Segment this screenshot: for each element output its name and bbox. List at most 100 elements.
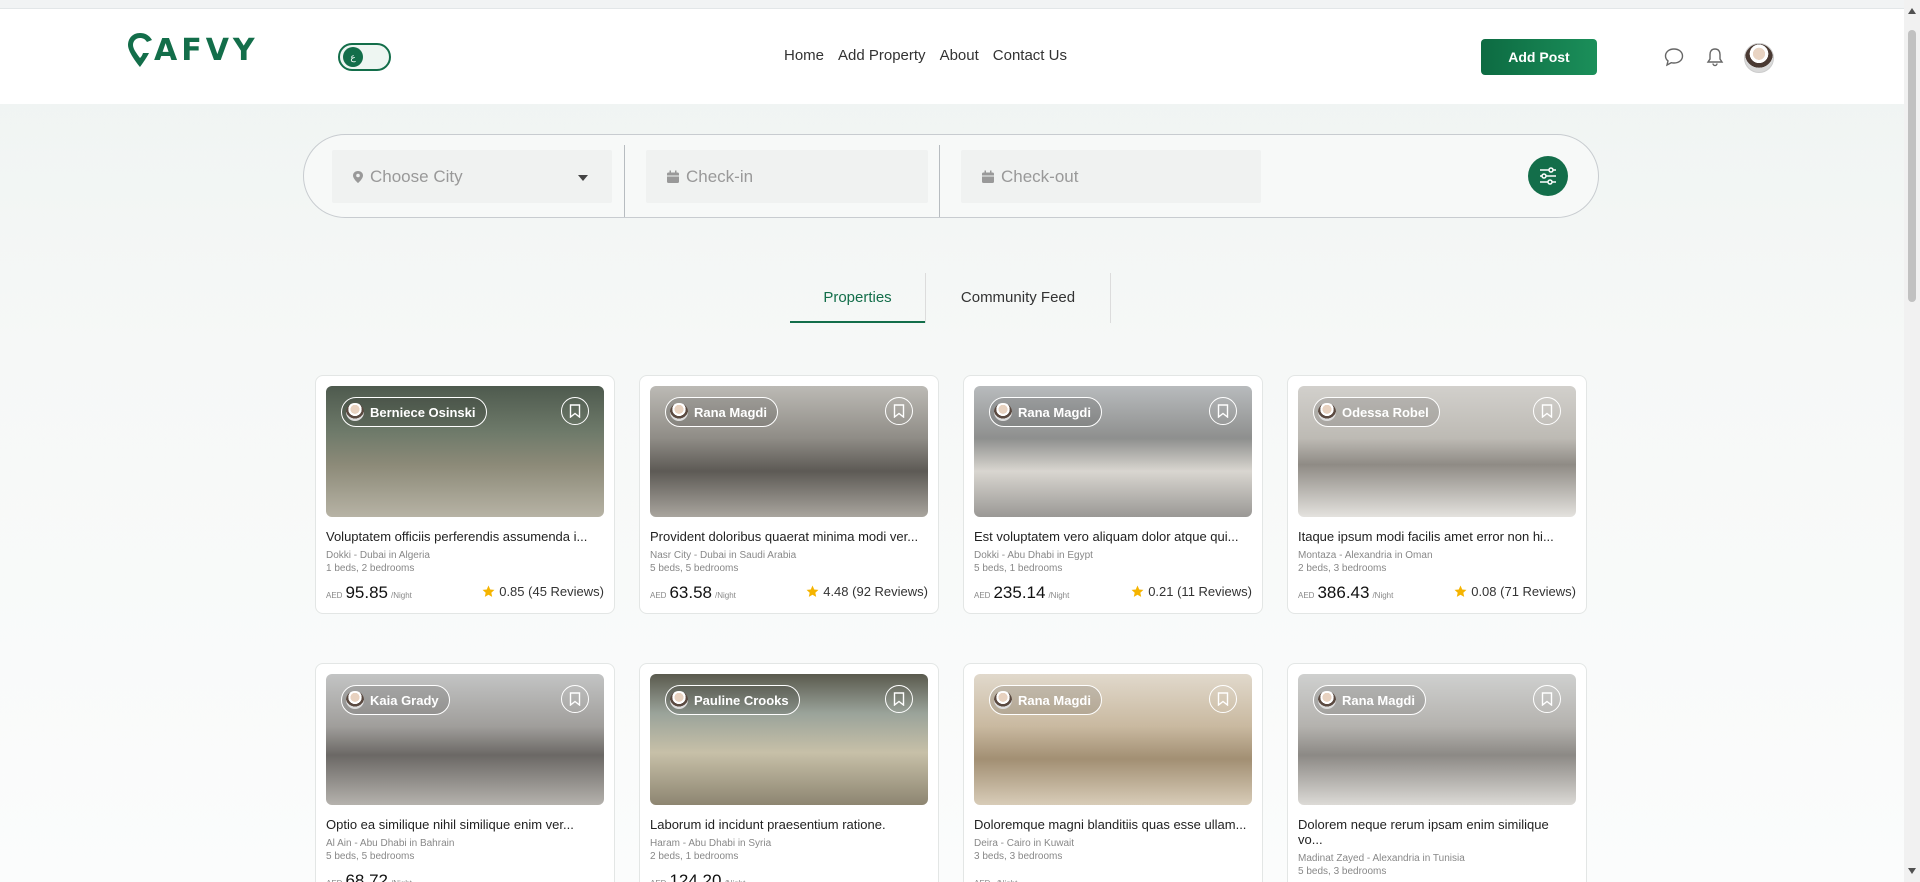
caret-down-icon: [578, 175, 588, 181]
scroll-down-arrow[interactable]: [1908, 868, 1916, 874]
host-chip[interactable]: Rana Magdi: [989, 685, 1102, 715]
property-title[interactable]: Optio ea similique nihil similique enim …: [326, 817, 604, 832]
host-chip[interactable]: Rana Magdi: [1313, 685, 1426, 715]
host-chip[interactable]: Rana Magdi: [665, 397, 778, 427]
checkout-input[interactable]: Check-out: [961, 150, 1261, 203]
property-photo[interactable]: Pauline Crooks: [650, 674, 928, 805]
property-location: Montaza - Alexandria in Oman: [1298, 550, 1433, 561]
host-avatar: [346, 403, 364, 421]
price-value: 235.14: [993, 583, 1046, 602]
filter-button[interactable]: [1528, 156, 1568, 196]
price-period: /Night: [1372, 591, 1394, 600]
bookmark-icon: [1217, 692, 1229, 706]
property-title[interactable]: Est voluptatem vero aliquam dolor atque …: [974, 529, 1252, 544]
property-location: Al Ain - Abu Dhabi in Bahrain: [326, 838, 455, 849]
checkout-placeholder: Check-out: [1001, 166, 1079, 186]
property-title[interactable]: Voluptatem officiis perferendis assumend…: [326, 529, 604, 544]
bookmark-icon: [893, 404, 905, 418]
add-post-button[interactable]: Add Post: [1481, 39, 1597, 75]
page-scrollbar[interactable]: [1904, 0, 1920, 882]
card-footer: AED68.72/Night: [326, 871, 604, 882]
card-footer: AED/Night: [974, 871, 1252, 882]
host-chip[interactable]: Berniece Osinski: [341, 397, 487, 427]
property-title[interactable]: Itaque ipsum modi facilis amet error non…: [1298, 529, 1576, 544]
scroll-thumb[interactable]: [1908, 30, 1916, 302]
property-photo[interactable]: Rana Magdi: [974, 674, 1252, 805]
property-card[interactable]: Pauline Crooks Laborum id incidunt praese…: [639, 663, 939, 882]
brand-logo[interactable]: AFVY: [127, 27, 259, 73]
host-avatar: [670, 691, 688, 709]
tab-community-feed[interactable]: Community Feed: [925, 273, 1111, 323]
property-card[interactable]: Rana Magdi Dolorem neque rerum ipsam enim…: [1287, 663, 1587, 882]
bookmark-button[interactable]: [1209, 397, 1237, 425]
bookmark-button[interactable]: [885, 685, 913, 713]
property-photo[interactable]: Odessa Robel: [1298, 386, 1576, 517]
property-beds: 5 beds, 3 bedrooms: [1298, 866, 1387, 877]
scroll-up-arrow[interactable]: [1908, 8, 1916, 14]
nav-home[interactable]: Home: [784, 47, 824, 64]
nav-about[interactable]: About: [940, 47, 979, 64]
property-photo[interactable]: Berniece Osinski: [326, 386, 604, 517]
property-location: Nasr City - Dubai in Saudi Arabia: [650, 550, 797, 561]
host-name: Odessa Robel: [1342, 404, 1429, 420]
property-photo[interactable]: Rana Magdi: [1298, 674, 1576, 805]
bookmark-icon: [1217, 404, 1229, 418]
price-value: 63.58: [669, 583, 712, 602]
bookmark-button[interactable]: [1533, 685, 1561, 713]
host-name: Berniece Osinski: [370, 404, 476, 420]
host-name: Pauline Crooks: [694, 692, 789, 708]
chat-icon[interactable]: [1663, 46, 1685, 68]
card-footer: AED 95.85/Night 0.85 (45 Reviews): [326, 583, 604, 603]
bookmark-button[interactable]: [1209, 685, 1237, 713]
host-chip[interactable]: Pauline Crooks: [665, 685, 800, 715]
host-name: Rana Magdi: [694, 404, 767, 420]
property-photo[interactable]: Rana Magdi: [974, 386, 1252, 517]
property-card[interactable]: Rana Magdi Provident doloribus quaerat mi…: [639, 375, 939, 614]
bell-icon[interactable]: [1704, 46, 1726, 68]
bookmark-icon: [1541, 692, 1553, 706]
bookmark-button[interactable]: [1533, 397, 1561, 425]
property-photo[interactable]: Kaia Grady: [326, 674, 604, 805]
property-title[interactable]: Laborum id incidunt praesentium ratione.: [650, 817, 928, 832]
host-chip[interactable]: Odessa Robel: [1313, 397, 1440, 427]
host-chip[interactable]: Rana Magdi: [989, 397, 1102, 427]
host-avatar: [1318, 691, 1336, 709]
host-avatar: [994, 403, 1012, 421]
property-card[interactable]: Kaia Grady Optio ea similique nihil simil…: [315, 663, 615, 882]
price-currency: AED: [974, 591, 991, 600]
property-card[interactable]: Berniece Osinski Voluptatem officiis perf…: [315, 375, 615, 614]
host-chip[interactable]: Kaia Grady: [341, 685, 450, 715]
price: AED 386.43/Night: [1298, 583, 1393, 603]
bookmark-icon: [569, 692, 581, 706]
star-icon: [806, 585, 819, 597]
property-photo[interactable]: Rana Magdi: [650, 386, 928, 517]
user-avatar[interactable]: [1744, 43, 1774, 73]
city-select[interactable]: Choose City: [332, 150, 612, 203]
bookmark-button[interactable]: [561, 685, 589, 713]
toggle-knob: ع: [343, 47, 363, 67]
calendar-icon: [667, 170, 679, 183]
rating: 0.21 (11 Reviews): [1131, 584, 1252, 599]
price: AED 95.85/Night: [326, 583, 412, 603]
property-card[interactable]: Odessa Robel Itaque ipsum modi facilis am…: [1287, 375, 1587, 614]
bookmark-icon: [1541, 404, 1553, 418]
tab-properties[interactable]: Properties: [790, 273, 925, 323]
bookmark-button[interactable]: [561, 397, 589, 425]
bookmark-icon: [893, 692, 905, 706]
checkin-input[interactable]: Check-in: [646, 150, 928, 203]
star-icon: [1131, 585, 1144, 597]
property-location: Haram - Abu Dhabi in Syria: [650, 838, 772, 849]
property-title[interactable]: Doloremque magni blanditiis quas esse ul…: [974, 817, 1252, 832]
price: AED68.72/Night: [326, 871, 412, 882]
language-toggle[interactable]: ع: [338, 43, 391, 71]
bookmark-button[interactable]: [885, 397, 913, 425]
property-card[interactable]: Rana Magdi Doloremque magni blanditiis qu…: [963, 663, 1263, 882]
nav-add-property[interactable]: Add Property: [838, 47, 926, 64]
nav-contact-us[interactable]: Contact Us: [993, 47, 1067, 64]
rating: 0.85 (45 Reviews): [482, 584, 604, 599]
property-title[interactable]: Dolorem neque rerum ipsam enim similique…: [1298, 817, 1576, 847]
browser-top-strip: [0, 0, 1904, 9]
host-avatar: [994, 691, 1012, 709]
property-card[interactable]: Rana Magdi Est voluptatem vero aliquam do…: [963, 375, 1263, 614]
property-title[interactable]: Provident doloribus quaerat minima modi …: [650, 529, 928, 544]
